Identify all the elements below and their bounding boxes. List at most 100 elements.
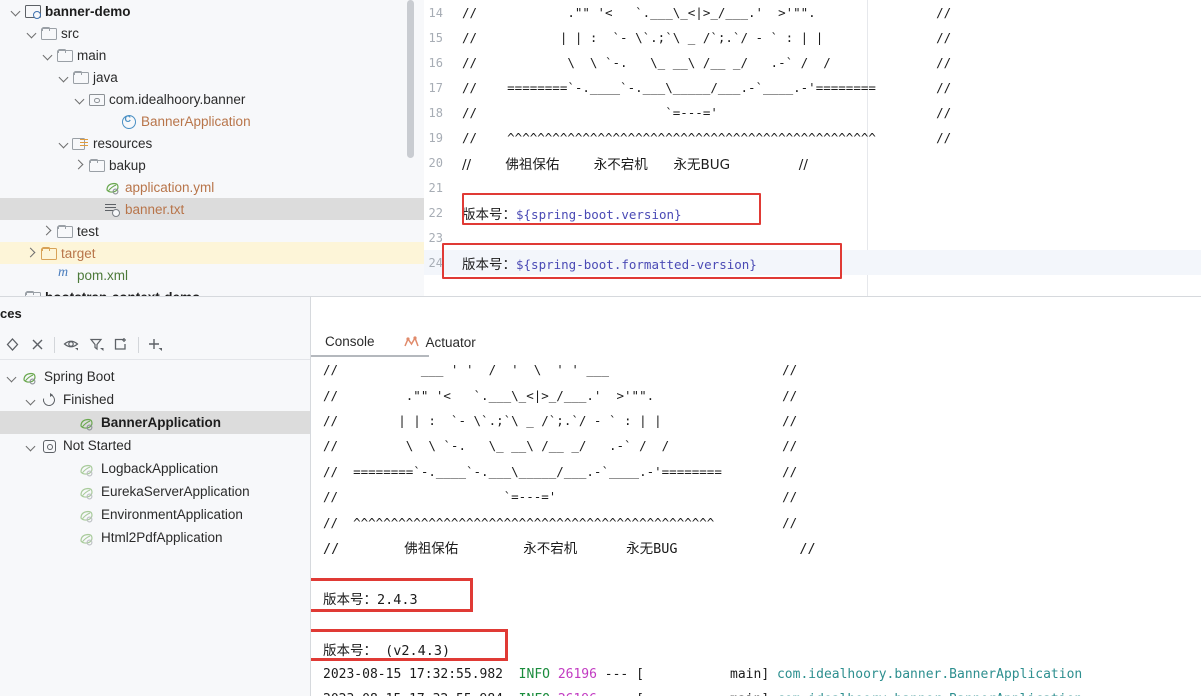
chevron-down-icon[interactable] bbox=[10, 5, 22, 17]
tree-item-banner-txt[interactable]: banner.txt bbox=[0, 198, 424, 220]
rerun-failed-icon[interactable] bbox=[0, 332, 25, 358]
add-icon[interactable] bbox=[143, 332, 168, 358]
line-content[interactable]: // `=---=' // bbox=[450, 105, 1201, 121]
chevron-down-icon[interactable] bbox=[25, 440, 37, 452]
editor-line-14[interactable]: 14 // ."" '< `.___\_<|>_/___.' >'"". // bbox=[424, 0, 1201, 25]
console-text: // ___ ' ' / ' \ ' ' ___ // bbox=[323, 362, 798, 378]
chevron-down-icon[interactable] bbox=[25, 394, 37, 406]
service-item-environmentapplication[interactable]: EnvironmentApplication bbox=[0, 503, 310, 526]
open-in-new-tab-icon[interactable] bbox=[109, 332, 134, 358]
show-hide-icon[interactable] bbox=[59, 332, 84, 358]
resources-icon bbox=[72, 135, 89, 151]
console-text: // `=---=' // bbox=[323, 489, 798, 505]
filter-icon[interactable] bbox=[84, 332, 109, 358]
line-content[interactable]: // ."" '< `.___\_<|>_/___.' >'"". // bbox=[450, 5, 1201, 21]
editor-line-17[interactable]: 17 // ========`-.____`-.___\_____/___.-`_… bbox=[424, 75, 1201, 100]
line-content[interactable]: // 佛祖保佑 永不宕机 永无BUG // bbox=[450, 153, 1201, 173]
console-output-line: // 佛祖保佑 永不宕机 永无BUG // bbox=[311, 535, 1201, 560]
chevron-down-icon[interactable] bbox=[58, 137, 70, 149]
run-console-panel[interactable]: Console Actuator // ___ ' ' / ' \ ' ' ___… bbox=[311, 297, 1201, 696]
ascii-art-line: // ========`-.____`-.___\_____/___.-`___… bbox=[462, 79, 952, 95]
console-output[interactable]: // ___ ' ' / ' \ ' ' ___ // // ."" '< `._… bbox=[311, 357, 1201, 696]
chevron-down-icon[interactable] bbox=[58, 71, 70, 83]
tree-item-src[interactable]: src bbox=[0, 22, 424, 44]
tab-console[interactable]: Console bbox=[311, 327, 389, 357]
line-content[interactable]: 版本号：${spring-boot.version} bbox=[450, 203, 1201, 223]
line-content[interactable]: // ^^^^^^^^^^^^^^^^^^^^^^^^^^^^^^^^^^^^^… bbox=[450, 130, 1201, 146]
editor-line-16[interactable]: 16 // \ \ `-. \_ __\ /__ _/ .-` / / // bbox=[424, 50, 1201, 75]
service-item-bannerapplication[interactable]: BannerApplication bbox=[0, 411, 310, 434]
console-output-line: 版本号： (v2.4.3) bbox=[311, 636, 1201, 661]
console-text: // ^^^^^^^^^^^^^^^^^^^^^^^^^^^^^^^^^^^^^… bbox=[323, 514, 798, 530]
chevron-down-icon[interactable] bbox=[6, 371, 18, 383]
tree-item-resources[interactable]: resources bbox=[0, 132, 424, 154]
services-tool-window[interactable]: ces Spring Boot Finished BannerApplicati… bbox=[0, 297, 310, 696]
console-log-line: 2023-08-15 17:32:55.984 INFO 26196 --- [… bbox=[311, 687, 1201, 696]
actuator-icon bbox=[403, 335, 420, 349]
chevron-right-icon[interactable] bbox=[42, 225, 54, 237]
log-pid: 26196 bbox=[557, 666, 597, 682]
folder-orange-icon bbox=[40, 245, 57, 261]
editor-line-21[interactable]: 21 bbox=[424, 175, 1201, 200]
tree-item-java[interactable]: java bbox=[0, 66, 424, 88]
tab-actuator[interactable]: Actuator bbox=[389, 327, 490, 357]
service-item-not-started[interactable]: Not Started bbox=[0, 434, 310, 457]
tree-item-bakup[interactable]: bakup bbox=[0, 154, 424, 176]
service-item-eurekaserverapplication[interactable]: EurekaServerApplication bbox=[0, 480, 310, 503]
console-log-line: 2023-08-15 17:32:55.982 INFO 26196 --- [… bbox=[311, 662, 1201, 687]
spring-leaf-icon bbox=[78, 507, 96, 523]
line-content[interactable]: // ========`-.____`-.___\_____/___.-`___… bbox=[450, 80, 1201, 96]
tree-item-test[interactable]: test bbox=[0, 220, 424, 242]
ascii-art-line: // ."" '< `.___\_<|>_/___.' >'"". // bbox=[462, 4, 952, 20]
editor-line-24[interactable]: 24 版本号：${spring-boot.formatted-version} bbox=[424, 250, 1201, 275]
console-text: // ."" '< `.___\_<|>_/___.' >'"". // bbox=[323, 387, 798, 403]
project-tree-scrollbar[interactable] bbox=[407, 0, 414, 158]
console-tab-bar[interactable]: Console Actuator bbox=[311, 326, 1201, 357]
stop-icon[interactable] bbox=[25, 332, 50, 358]
console-text: // 佛祖保佑 永不宕机 永无BUG // bbox=[323, 541, 816, 558]
tree-item-label: banner.txt bbox=[125, 201, 185, 217]
service-item-logbackapplication[interactable]: LogbackApplication bbox=[0, 457, 310, 480]
editor-line-20[interactable]: 20 // 佛祖保佑 永不宕机 永无BUG // bbox=[424, 150, 1201, 175]
editor-line-23[interactable]: 23 bbox=[424, 225, 1201, 250]
folder-icon bbox=[56, 223, 73, 239]
log-separator: --- [ bbox=[605, 692, 644, 696]
line-content[interactable]: // \ \ `-. \_ __\ /__ _/ .-` / / // bbox=[450, 55, 1201, 71]
tree-item-main[interactable]: main bbox=[0, 44, 424, 66]
editor-banner-txt[interactable]: 14 // ."" '< `.___\_<|>_/___.' >'"". // 15… bbox=[424, 0, 1201, 296]
tree-item-application-yml[interactable]: application.yml bbox=[0, 176, 424, 198]
editor-line-22[interactable]: 22 版本号：${spring-boot.version} bbox=[424, 200, 1201, 225]
line-content[interactable]: 版本号：${spring-boot.formatted-version} bbox=[450, 253, 1201, 273]
tree-item-label: target bbox=[61, 245, 96, 261]
tree-item-label: src bbox=[61, 25, 79, 41]
console-output-line: // ========`-.____`-.___\_____/___.-`___… bbox=[311, 459, 1201, 484]
chevron-down-icon[interactable] bbox=[26, 27, 38, 39]
log-thread: main] bbox=[730, 692, 769, 696]
chevron-right-icon[interactable] bbox=[26, 247, 38, 259]
funnel-glyph bbox=[89, 338, 103, 351]
tree-item-pom-xml[interactable]: pom.xml bbox=[0, 264, 424, 286]
chevron-down-icon[interactable] bbox=[74, 93, 86, 105]
editor-line-15[interactable]: 15 // | | : `- \`.;`\ _ /`;.`/ - ` : | | … bbox=[424, 25, 1201, 50]
tree-item-banner-demo[interactable]: banner-demo bbox=[0, 0, 424, 22]
tree-item-label: application.yml bbox=[125, 179, 215, 195]
tree-item-target[interactable]: target bbox=[0, 242, 424, 264]
tree-item-com-idealhoory-banner[interactable]: com.idealhoory.banner bbox=[0, 88, 424, 110]
service-item-finished[interactable]: Finished bbox=[0, 388, 310, 411]
services-toolbar[interactable] bbox=[0, 330, 310, 360]
editor-line-18[interactable]: 18 // `=---=' // bbox=[424, 100, 1201, 125]
service-item-spring-boot[interactable]: Spring Boot bbox=[0, 365, 310, 388]
ascii-art-line: // `=---=' // bbox=[462, 104, 952, 120]
chevron-right-icon[interactable] bbox=[74, 159, 86, 171]
no-chevron bbox=[90, 203, 102, 215]
console-output-line: // `=---=' // bbox=[311, 484, 1201, 509]
chevron-down-icon[interactable] bbox=[42, 49, 54, 61]
console-text: 版本号： (v2.4.3) bbox=[323, 642, 451, 659]
tree-item-bannerapplication[interactable]: BannerApplication bbox=[0, 110, 424, 132]
folder-icon bbox=[88, 157, 105, 173]
project-tool-window[interactable]: banner-demo src main java com.idealhoory.ban… bbox=[0, 0, 424, 297]
no-chevron bbox=[63, 463, 75, 475]
line-content[interactable]: // | | : `- \`.;`\ _ /`;.`/ - ` : | | // bbox=[450, 30, 1201, 46]
editor-line-19[interactable]: 19 // ^^^^^^^^^^^^^^^^^^^^^^^^^^^^^^^^^^^… bbox=[424, 125, 1201, 150]
service-item-html2pdfapplication[interactable]: Html2PdfApplication bbox=[0, 526, 310, 549]
